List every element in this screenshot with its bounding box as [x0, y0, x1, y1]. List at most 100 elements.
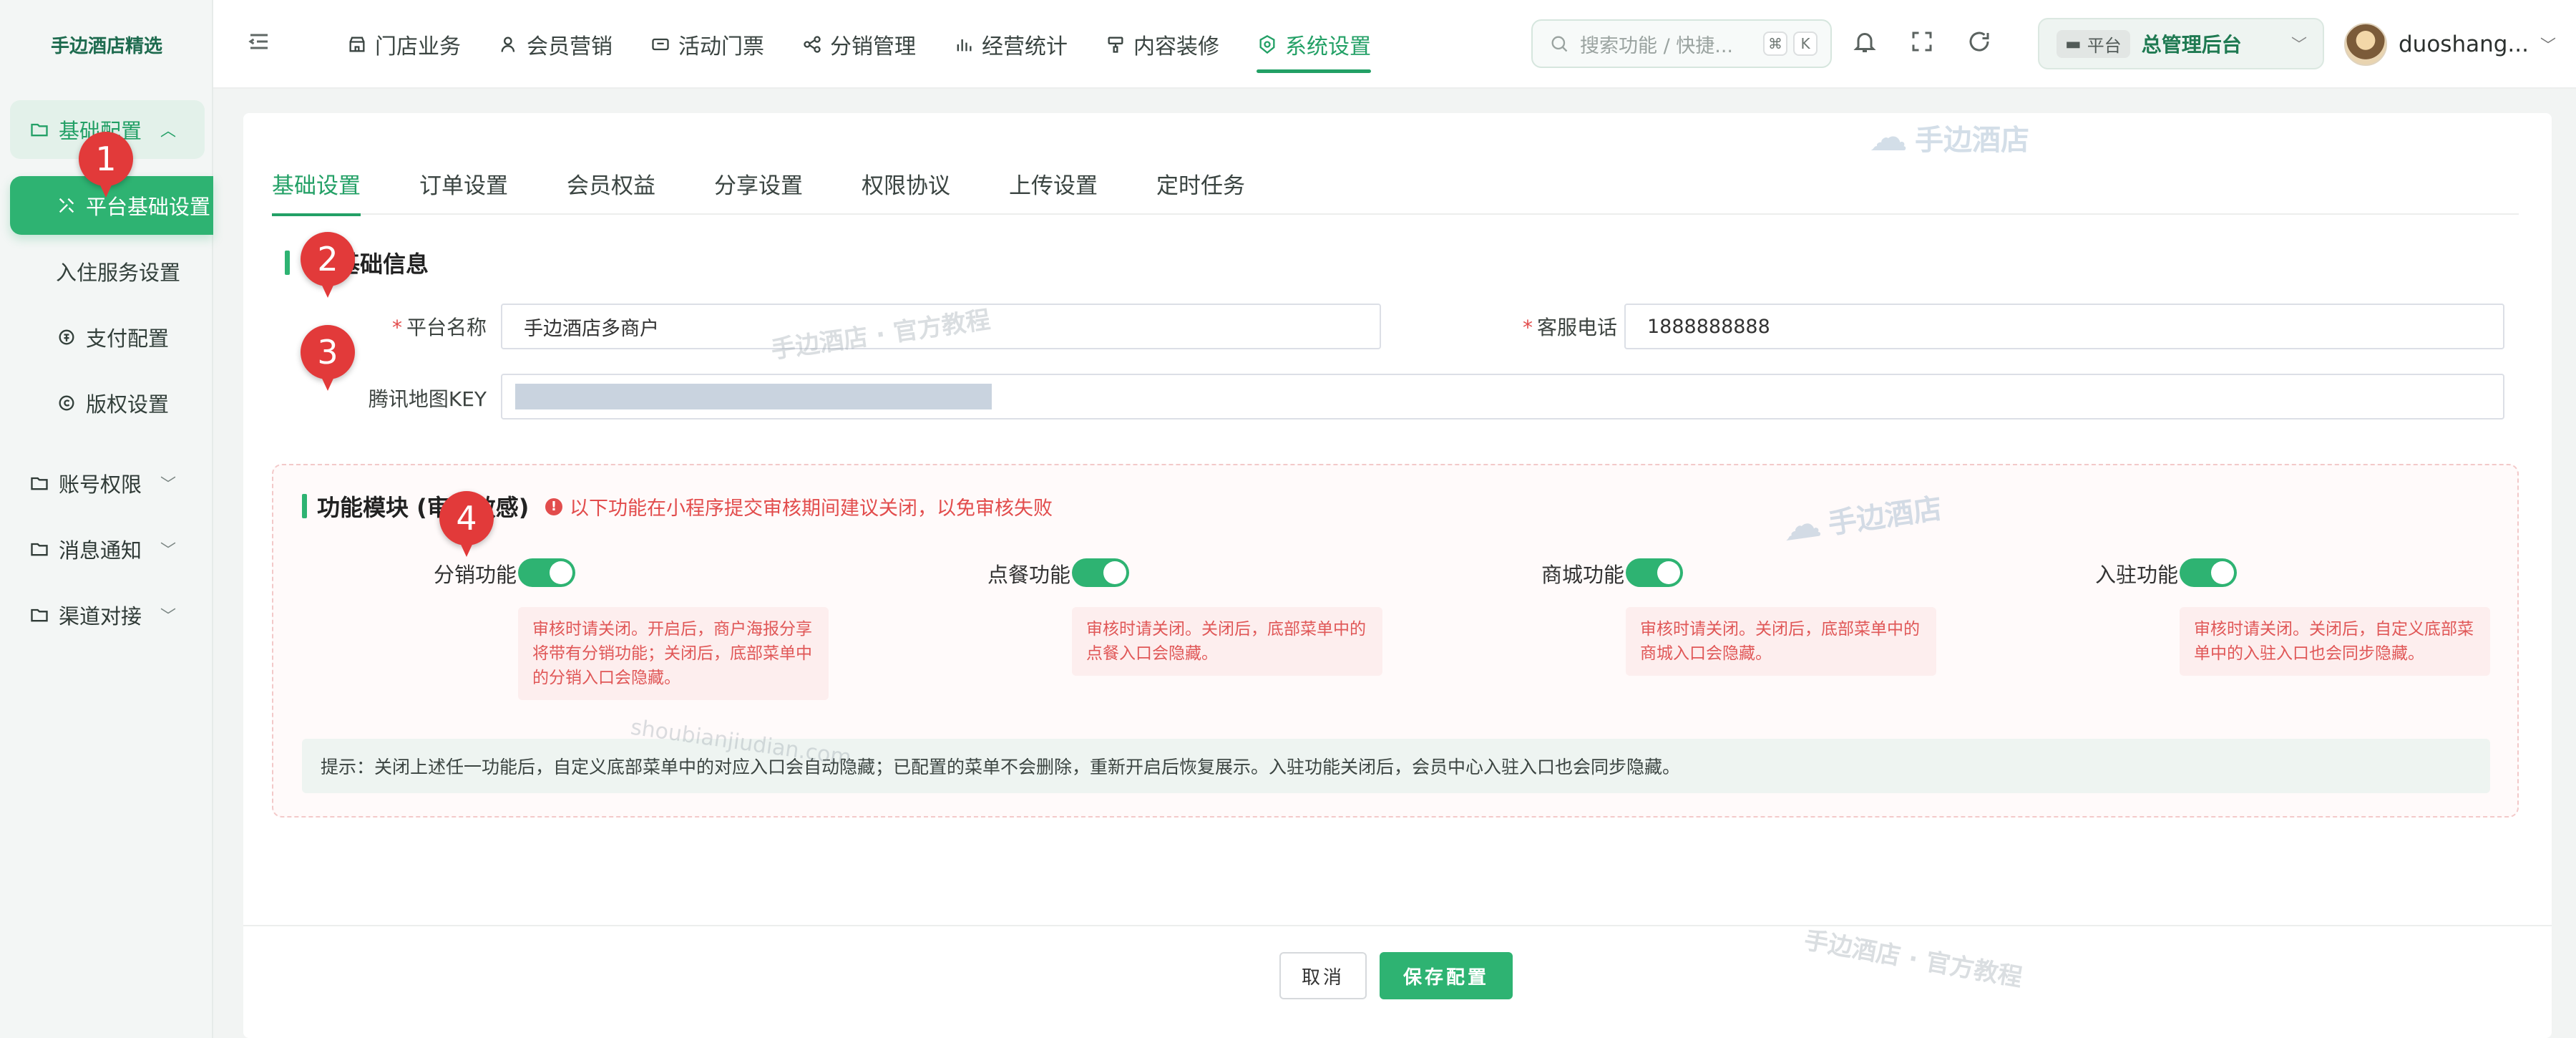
search-icon — [1548, 33, 1570, 54]
chart-icon — [953, 34, 975, 55]
review-warning: ! 以下功能在小程序提交审核期间建议关闭，以免审核失败 — [545, 493, 1053, 520]
step-number: 3 — [301, 325, 355, 379]
nav-member[interactable]: 会员营销 — [479, 0, 631, 89]
toggle-distribution[interactable] — [518, 558, 575, 587]
save-button[interactable]: 保存配置 — [1380, 952, 1513, 999]
sidebar-group-label: 渠道对接 — [59, 604, 142, 629]
sidebar-item-copyright[interactable]: 版权设置 — [10, 374, 213, 432]
step-number: 1 — [79, 132, 133, 186]
phone-label: * 客服电话 — [1474, 312, 1617, 341]
nav-label: 系统设置 — [1285, 34, 1371, 59]
gear-icon — [1257, 34, 1278, 55]
feature-note-merchant-join: 审核时请关闭。关闭后，自定义底部菜单中的入驻入口也会同步隐藏。 — [2180, 607, 2490, 676]
fullscreen-icon[interactable] — [1909, 29, 1938, 57]
top-nav: 门店业务 会员营销 活动门票 分销管理 经营统计 内容装修 系统设置 — [328, 0, 1390, 89]
platform-tag-label: 平台 — [2087, 35, 2122, 56]
nav-distribution[interactable]: 分销管理 — [783, 0, 935, 89]
tab-upload[interactable]: 上传设置 — [1009, 163, 1098, 215]
platform-name: 总管理后台 — [2141, 33, 2242, 57]
folder-icon — [29, 538, 50, 560]
toggle-mall[interactable] — [1626, 558, 1683, 587]
step-marker-2: 2 — [301, 232, 355, 301]
tab-member-benefits[interactable]: 会员权益 — [567, 163, 655, 215]
step-marker-3: 3 — [301, 325, 355, 394]
feature-modules-panel: 功能模块 (审核敏感) ! 以下功能在小程序提交审核期间建议关闭，以免审核失败 … — [272, 464, 2519, 818]
modules-tip: 提示：关闭上述任一功能后，自定义底部菜单中的对应入口会自动隐藏；已配置的菜单不会… — [302, 739, 2490, 793]
shortcut-key-k: K — [1793, 31, 1818, 56]
nav-store[interactable]: 门店业务 — [328, 0, 479, 89]
nav-statistics[interactable]: 经营统计 — [935, 0, 1086, 89]
phone-field[interactable]: 1888888888 — [1624, 304, 2504, 349]
brand-title: 手边酒店精选 — [50, 35, 162, 57]
section-feature-modules: 功能模块 (审核敏感) — [302, 490, 529, 523]
settings-card: 基础设置 订单设置 会员权益 分享设置 权限协议 上传设置 定时任务 基础信息 … — [243, 113, 2552, 1038]
step-number: 4 — [439, 491, 494, 545]
nav-label: 门店业务 — [375, 34, 461, 59]
platform-name-value: 手边酒店多商户 — [524, 317, 659, 340]
chevron-down-icon: ﹀ — [2540, 37, 2556, 55]
step-number: 2 — [301, 232, 355, 286]
toggle-merchant-join[interactable] — [2180, 558, 2237, 587]
masked-value — [515, 384, 992, 409]
tab-basic[interactable]: 基础设置 — [272, 163, 361, 216]
search-placeholder: 搜索功能 / 快捷... — [1580, 34, 1734, 57]
sidebar-item-label: 支付配置 — [86, 326, 170, 351]
map-key-field[interactable] — [501, 374, 2504, 419]
platform-selector[interactable]: ▬ 平台 总管理后台 ﹀ — [2038, 18, 2324, 69]
alert-icon: ! — [545, 498, 562, 515]
collapse-menu-icon[interactable] — [246, 29, 275, 57]
tab-scheduled-tasks[interactable]: 定时任务 — [1156, 163, 1245, 215]
nav-label: 内容装修 — [1133, 34, 1219, 59]
avatar — [2344, 23, 2387, 66]
step-marker-1: 1 — [79, 132, 133, 200]
section-title: 功能模块 (审核敏感) — [317, 494, 530, 521]
sidebar-item-label: 版权设置 — [86, 392, 170, 417]
nav-label: 会员营销 — [527, 34, 613, 59]
sidebar-group-channels[interactable]: 渠道对接 ﹀ — [10, 586, 205, 644]
marker-tail — [458, 538, 475, 557]
user-menu[interactable]: duoshang... ﹀ — [2344, 19, 2556, 70]
settings-tabs: 基础设置 订单设置 会员权益 分享设置 权限协议 上传设置 定时任务 — [272, 163, 2519, 216]
review-warning-text: 以下功能在小程序提交审核期间建议关闭，以免审核失败 — [570, 498, 1053, 520]
folder-icon — [29, 604, 50, 626]
tab-order[interactable]: 订单设置 — [419, 163, 508, 215]
top-bar: 门店业务 会员营销 活动门票 分销管理 经营统计 内容装修 系统设置 搜索功能 … — [213, 0, 2576, 89]
chevron-down-icon: ﹀ — [2290, 37, 2307, 54]
platform-name-field[interactable]: 手边酒店多商户 — [501, 304, 1381, 349]
toggle-ordering[interactable] — [1072, 558, 1129, 587]
cancel-button[interactable]: 取消 — [1279, 952, 1367, 999]
sidebar-item-label: 入住服务设置 — [56, 261, 181, 285]
nav-decoration[interactable]: 内容装修 — [1086, 0, 1238, 89]
sidebar-group-account[interactable]: 账号权限 ﹀ — [10, 454, 205, 513]
marker-tail — [97, 179, 114, 198]
tab-permissions[interactable]: 权限协议 — [862, 163, 950, 215]
feature-note-distribution: 审核时请关闭。开启后，商户海报分享将带有分销功能；关闭后，底部菜单中的分销入口会… — [518, 607, 829, 700]
payment-icon — [56, 326, 77, 348]
platform-name-label-text: 平台名称 — [406, 316, 487, 339]
tools-icon — [56, 195, 77, 216]
folder-icon — [29, 119, 50, 140]
share-icon — [801, 34, 823, 55]
footer-divider — [243, 925, 2552, 926]
platform-name-label: * 平台名称 — [358, 312, 487, 341]
monitor-icon: ▬ — [2065, 34, 2082, 54]
phone-label-text: 客服电话 — [1536, 316, 1617, 339]
nav-label: 分销管理 — [830, 34, 916, 59]
sidebar-group-notifications[interactable]: 消息通知 ﹀ — [10, 520, 205, 578]
search-input[interactable]: 搜索功能 / 快捷... ⌘ K — [1531, 19, 1832, 68]
platform-tag: ▬ 平台 — [2057, 29, 2130, 58]
sidebar-item-payment[interactable]: 支付配置 — [10, 308, 213, 367]
refresh-icon[interactable] — [1966, 29, 1995, 57]
bell-icon[interactable] — [1852, 29, 1880, 57]
feature-label-mall: 商城功能 — [1541, 563, 1624, 587]
nav-tickets[interactable]: 活动门票 — [631, 0, 783, 89]
username: duoshang... — [2399, 31, 2529, 57]
shortcut-key-cmd: ⌘ — [1763, 31, 1787, 56]
feature-label-distribution: 分销功能 — [433, 563, 517, 587]
nav-system-settings[interactable]: 系统设置 — [1238, 0, 1390, 89]
required-mark: * — [391, 316, 402, 339]
tab-share[interactable]: 分享设置 — [714, 163, 803, 215]
feature-label-merchant-join: 入驻功能 — [2094, 563, 2178, 587]
nav-label: 经营统计 — [982, 34, 1068, 59]
sidebar-item-checkin-service[interactable]: 入住服务设置 — [10, 242, 213, 301]
